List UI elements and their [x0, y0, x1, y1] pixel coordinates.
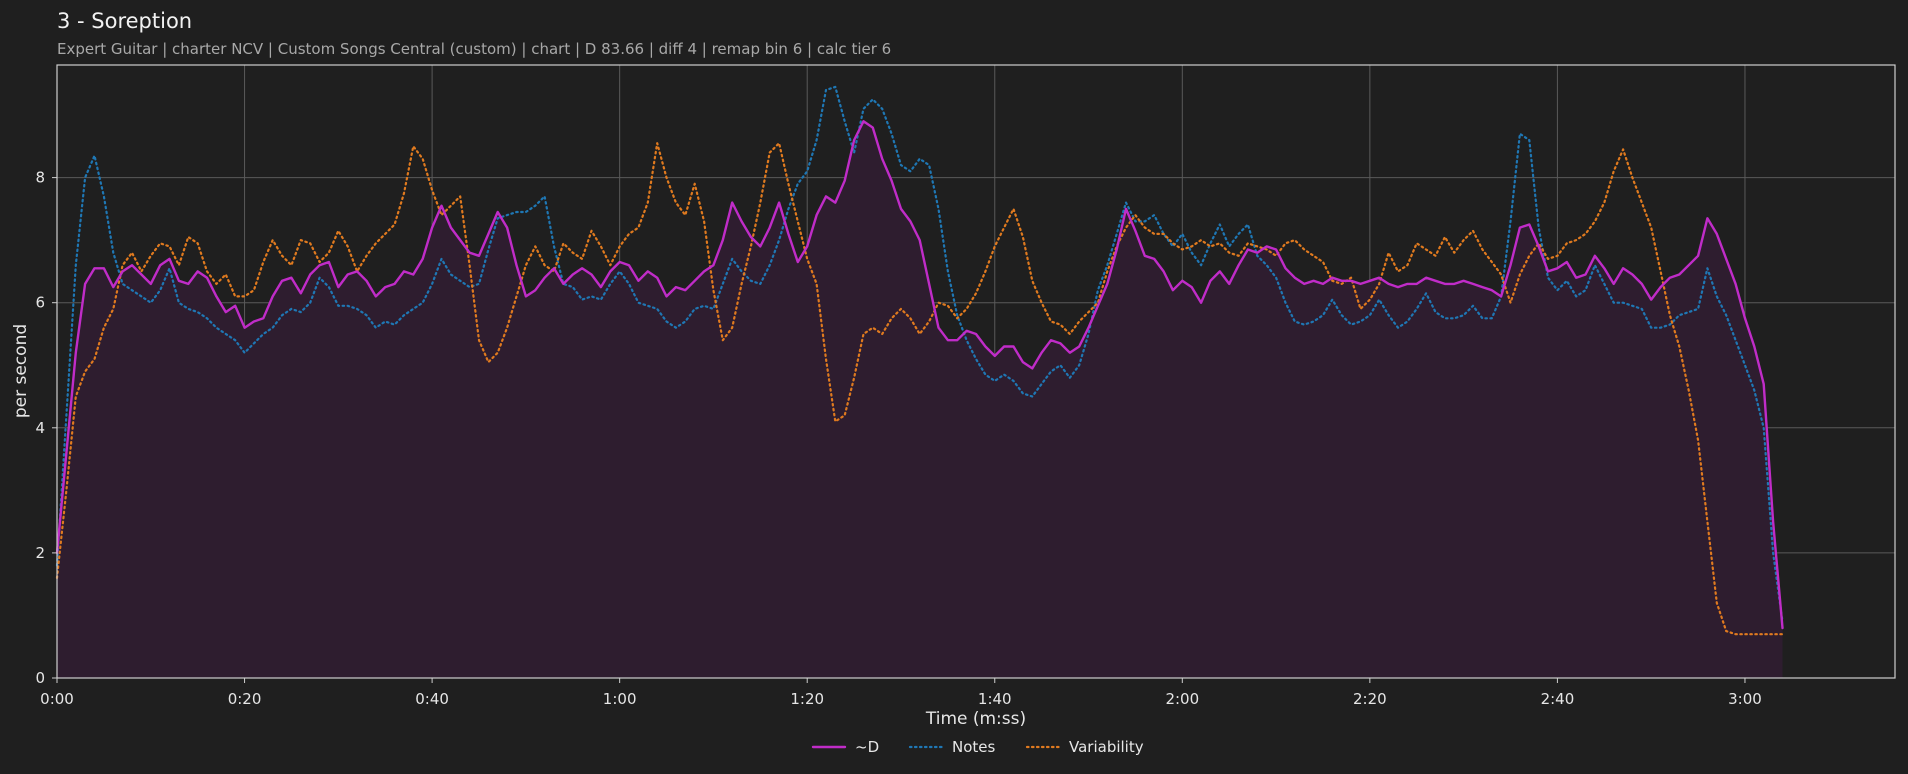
y-tick-label: 4 [35, 419, 45, 437]
d-area-fill [57, 121, 1783, 679]
x-tick-label: 0:40 [415, 690, 449, 708]
x-tick-label: 3:00 [1728, 690, 1762, 708]
chart-title: 3 - Soreption [57, 9, 192, 33]
x-tick-label: 0:00 [40, 690, 74, 708]
x-tick-label: 1:00 [603, 690, 637, 708]
legend-label-variability: Variability [1069, 738, 1144, 756]
x-tick-label: 1:40 [978, 690, 1012, 708]
y-tick-label: 6 [35, 294, 45, 312]
chart-subtitle: Expert Guitar | charter NCV | Custom Son… [57, 40, 891, 58]
y-axis-label: per second [11, 324, 31, 418]
y-tick-label: 8 [35, 169, 45, 187]
y-tick-label: 0 [35, 669, 45, 687]
chart-canvas: 3 - Soreption Expert Guitar | charter NC… [11, 9, 1896, 756]
x-tick-label: 2:20 [1353, 690, 1387, 708]
x-tick-label: 1:20 [790, 690, 824, 708]
y-tick-label: 2 [35, 544, 45, 562]
chart-page: 3 - Soreption Expert Guitar | charter NC… [0, 0, 1908, 774]
legend-label-d: ~D [855, 738, 879, 756]
series-layer [55, 85, 1784, 679]
legend-label-notes: Notes [952, 738, 996, 756]
legend: ~D Notes Variability [811, 738, 1144, 756]
x-tick-label: 2:40 [1541, 690, 1575, 708]
x-axis-label: Time (m:ss) [925, 709, 1026, 729]
x-tick-label: 2:00 [1165, 690, 1199, 708]
x-tick-label: 0:20 [228, 690, 262, 708]
